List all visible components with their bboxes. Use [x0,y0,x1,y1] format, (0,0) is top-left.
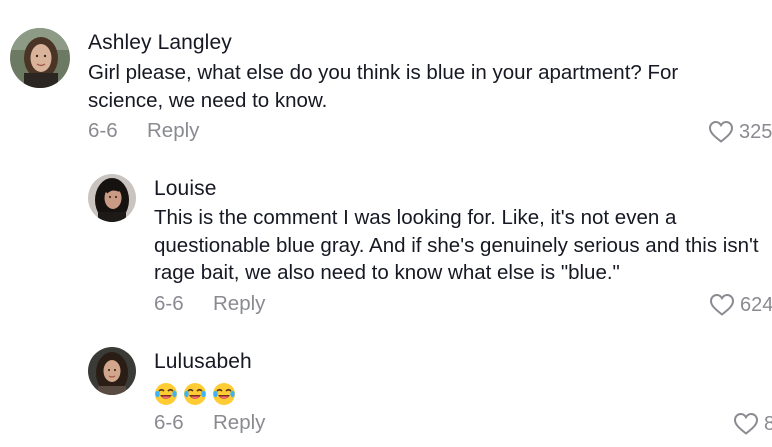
heart-icon [733,412,759,435]
avatar[interactable] [88,347,136,395]
like-count: 8 [764,412,772,435]
reply-button[interactable]: Reply [213,411,265,435]
laughing-crying-emoji-icon [213,382,235,405]
laughing-crying-emoji-icon [184,382,206,405]
laughing-crying-emoji-icon [155,382,177,405]
comment-thread: Ashley Langley Girl please, what else do… [0,0,772,447]
like-button[interactable]: 8 [733,412,772,436]
comment-emoji-row [154,379,454,407]
comment-date: 6-6 [154,411,184,434]
comment-lulusabeh: Lulusabeh 6-6 Reply 8 [0,0,772,447]
comment-author[interactable]: Lulusabeh [154,350,252,374]
